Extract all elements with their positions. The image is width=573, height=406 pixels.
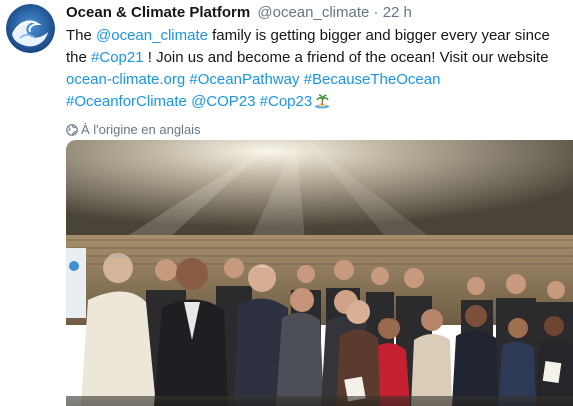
tweet-header: Ocean & Climate Platform @ocean_climate … [66, 0, 566, 25]
tweet-photo[interactable] [66, 140, 573, 406]
ocean-wave-logo-icon [6, 4, 55, 53]
hashtag-cop23[interactable]: #Cop23 [260, 93, 313, 110]
avatar[interactable] [6, 4, 55, 53]
hashtag-becausetheocean[interactable]: #BecauseTheOcean [304, 71, 441, 88]
group-photo-image [66, 140, 573, 406]
separator-dot: · [373, 4, 379, 21]
display-name[interactable]: Ocean & Climate Platform [66, 4, 250, 21]
palm-island-emoji-icon [314, 93, 330, 116]
hashtag-oceanforclimate[interactable]: #OceanforClimate [66, 93, 187, 110]
globe-icon [66, 124, 78, 136]
hashtag-oceanpathway[interactable]: #OceanPathway [189, 71, 299, 88]
hashtag-cop21[interactable]: #Cop21 [91, 49, 144, 66]
text-segment: ! Join us and become a friend of the oce… [143, 49, 549, 66]
website-link[interactable]: ocean-climate.org [66, 71, 185, 88]
translate-label: À l'origine en anglais [81, 122, 201, 137]
tweet[interactable]: Ocean & Climate Platform @ocean_climate … [0, 0, 573, 406]
tweet-text: The @ocean_climate family is getting big… [66, 25, 562, 116]
timestamp[interactable]: 22 h [383, 4, 412, 21]
screen-name[interactable]: @ocean_climate [257, 4, 369, 21]
mention-cop23[interactable]: @COP23 [191, 93, 255, 110]
translate-link[interactable]: À l'origine en anglais [66, 120, 566, 140]
mention-link[interactable]: @ocean_climate [96, 27, 208, 44]
text-segment: The [66, 27, 97, 44]
